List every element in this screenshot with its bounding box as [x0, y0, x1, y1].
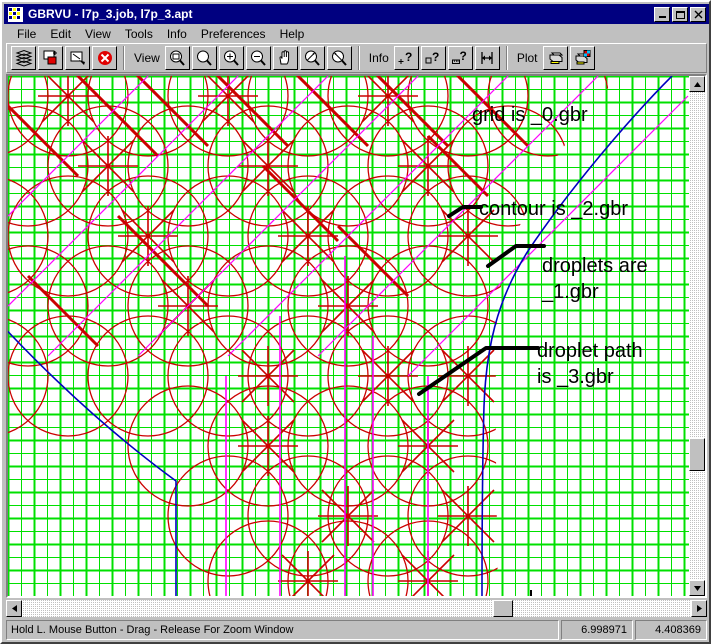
zoom-in-button[interactable]: [218, 46, 244, 70]
svg-text:?: ?: [405, 50, 412, 64]
add-layer-icon: [43, 50, 57, 65]
chevron-up-icon: [693, 81, 701, 87]
maximize-button[interactable]: [672, 6, 688, 22]
toolbar-separator-3: [505, 46, 508, 70]
pan-button[interactable]: [272, 46, 298, 70]
drawing-canvas[interactable]: grid is _0.gbr contour is _2.gbr droplet…: [8, 76, 691, 596]
application-window: GBRVU - l7p_3.job, l7p_3.apt File Edit V…: [0, 0, 711, 644]
query-point-icon: ?: [398, 50, 413, 64]
vertical-scroll-track[interactable]: [689, 76, 705, 596]
abort-button[interactable]: [92, 46, 117, 70]
query-measure-icon: ?: [452, 49, 467, 64]
title-bar: GBRVU - l7p_3.job, l7p_3.apt: [4, 4, 709, 24]
minimize-button[interactable]: [654, 6, 670, 22]
chevron-right-icon: [696, 605, 702, 612]
layers-icon: [15, 49, 32, 67]
print-setup-button[interactable]: [569, 46, 595, 70]
grid-annotation: grid is _0.gbr: [472, 104, 588, 126]
zoom-window-icon: [170, 50, 186, 66]
close-button[interactable]: [690, 6, 706, 22]
zoom-all-icon: [197, 50, 213, 66]
toolbar-info-group: Info ? ? ?: [362, 44, 504, 72]
measure-distance-button[interactable]: [474, 46, 500, 70]
zoom-next-icon: [332, 50, 348, 66]
vertical-scroll-thumb[interactable]: [689, 438, 705, 471]
zoom-in-icon: [224, 50, 240, 66]
droplet-path-annotation-line2: is _3.gbr: [537, 366, 614, 388]
zoom-previous-button[interactable]: [299, 46, 325, 70]
gerber-drawing[interactable]: grid is _0.gbr contour is _2.gbr droplet…: [8, 76, 691, 596]
menu-bar: File Edit View Tools Info Preferences He…: [4, 25, 709, 43]
zoom-out-button[interactable]: [245, 46, 271, 70]
pan-hand-icon: [279, 50, 290, 65]
stop-icon: [97, 51, 112, 65]
status-coord-x: 6.998971: [561, 620, 633, 640]
menu-preferences[interactable]: Preferences: [194, 26, 273, 42]
query-area-button[interactable]: ?: [420, 46, 446, 70]
query-point-button[interactable]: ?: [393, 46, 419, 70]
toolbar-info-label: Info: [368, 51, 389, 65]
window-controls: [654, 6, 706, 22]
toolbar-plot-group: Plot: [510, 44, 599, 72]
status-message: Hold L. Mouse Button - Drag - Release Fo…: [6, 620, 559, 640]
horizontal-scroll-track[interactable]: [6, 600, 707, 617]
menu-view[interactable]: View: [78, 26, 118, 42]
zoom-out-icon: [251, 50, 267, 66]
zoom-all-button[interactable]: [191, 46, 217, 70]
chevron-left-icon: [11, 605, 17, 612]
droplets-annotation-line1: droplets are: [542, 255, 648, 277]
toolbar-plot-label: Plot: [516, 51, 538, 65]
menu-file[interactable]: File: [10, 26, 43, 42]
edit-layer-icon: [70, 51, 85, 65]
app-icon: [7, 5, 24, 23]
scroll-right-button[interactable]: [691, 600, 707, 617]
toolbar-view-group: View: [127, 44, 356, 72]
zoom-previous-icon: [305, 50, 321, 66]
toolbar-view-label: View: [134, 51, 160, 65]
status-bar: Hold L. Mouse Button - Drag - Release Fo…: [6, 620, 707, 640]
droplets-annotation-line2: _1.gbr: [541, 281, 599, 303]
print-button[interactable]: [542, 46, 568, 70]
svg-text:?: ?: [432, 50, 439, 64]
toolbar: View Info ? ? ? Plot: [6, 43, 707, 73]
drawing-client-frame: grid is _0.gbr contour is _2.gbr droplet…: [6, 74, 707, 598]
scroll-down-button[interactable]: [689, 580, 705, 596]
chevron-down-icon: [693, 585, 701, 591]
menu-info[interactable]: Info: [160, 26, 194, 42]
printer-icon: [549, 52, 564, 64]
edit-layer-button[interactable]: [65, 46, 90, 70]
zoom-next-button[interactable]: [326, 46, 352, 70]
layers-button[interactable]: [11, 46, 36, 70]
toolbar-file-group: [7, 44, 121, 72]
vertical-scrollbar[interactable]: [689, 76, 705, 596]
scroll-up-button[interactable]: [689, 76, 705, 92]
toolbar-separator-2: [357, 46, 360, 70]
zoom-window-button[interactable]: [164, 46, 190, 70]
menu-help[interactable]: Help: [273, 26, 312, 42]
toolbar-separator-1: [123, 46, 125, 70]
scroll-left-button[interactable]: [6, 600, 22, 617]
menu-tools[interactable]: Tools: [118, 26, 160, 42]
query-area-icon: ?: [425, 50, 440, 64]
window-title: GBRVU - l7p_3.job, l7p_3.apt: [28, 7, 193, 21]
contour-annotation: contour is _2.gbr: [479, 198, 628, 220]
printer-setup-icon: [575, 50, 591, 65]
menu-edit[interactable]: Edit: [43, 26, 78, 42]
horizontal-scroll-thumb[interactable]: [493, 600, 513, 617]
horizontal-scrollbar[interactable]: [6, 600, 707, 617]
status-coord-y: 4.408369: [635, 620, 707, 640]
svg-text:?: ?: [460, 49, 467, 63]
droplet-path-annotation-line1: droplet path: [537, 340, 643, 362]
add-layer-button[interactable]: [38, 46, 63, 70]
query-measure-button[interactable]: ?: [447, 46, 473, 70]
measure-distance-icon: [481, 52, 493, 64]
